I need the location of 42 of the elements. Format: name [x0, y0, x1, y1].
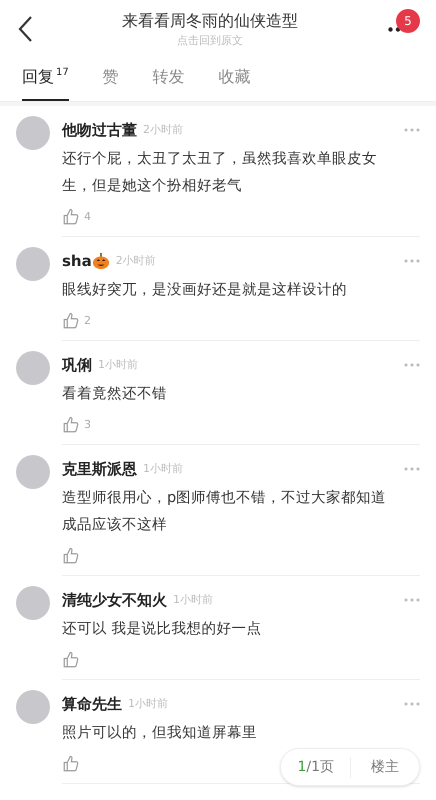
post-title[interactable]: 来看看周冬雨的仙侠造型: [122, 8, 298, 33]
thumbs-up-icon[interactable]: [62, 416, 80, 434]
username[interactable]: 清纯少女不知火: [62, 588, 167, 612]
comment-text: 还行个屁，太丑了太丑了，虽然我喜欢单眼皮女生，但是她这个扮相好老气: [62, 150, 378, 196]
comment-text: 造型师很用心，p图师傅也不错，不过大家都知道成品应该不这样: [62, 488, 388, 535]
comment-time: 1小时前: [143, 460, 183, 477]
more-icon[interactable]: [388, 27, 402, 32]
comment-time: 2小时前: [116, 252, 156, 269]
like-count: 4: [84, 208, 91, 225]
username[interactable]: 克里斯派恩: [62, 458, 137, 480]
tab[interactable]: 赞: [102, 65, 119, 101]
comment-time: 1小时前: [128, 696, 168, 712]
avatar[interactable]: [16, 116, 50, 150]
thumbs-up-icon[interactable]: [62, 312, 80, 330]
notification-badge: 5: [396, 9, 420, 33]
comment-text: 照片可以的，但我知道屏幕里: [62, 724, 257, 743]
owner-only-button[interactable]: 楼主: [351, 756, 419, 778]
thumbs-up-icon[interactable]: [62, 208, 80, 226]
comment-time: 1小时前: [173, 592, 213, 608]
thumbs-up-icon[interactable]: [62, 547, 80, 565]
username[interactable]: sha: [62, 250, 92, 272]
avatar[interactable]: [16, 586, 50, 620]
comment-text: 看着竟然还不错: [62, 384, 167, 404]
tab[interactable]: 转发: [152, 65, 185, 101]
comment-text: 还可以 我是说比我想的好一点: [62, 620, 262, 639]
comment-time: 2小时前: [143, 122, 183, 138]
avatar[interactable]: [16, 247, 50, 281]
username[interactable]: 他吻过古董: [62, 118, 137, 142]
username[interactable]: 巩俐: [62, 354, 92, 376]
comment-text: 眼线好突兀，是没画好还是就是这样设计的: [62, 281, 347, 300]
comment-time: 1小时前: [98, 356, 138, 373]
avatar[interactable]: [16, 351, 50, 385]
pumpkin-icon: [92, 252, 110, 270]
avatar[interactable]: [16, 690, 50, 724]
like-count: 2: [84, 312, 91, 329]
thumbs-up-icon[interactable]: [62, 755, 80, 773]
tab[interactable]: 收藏: [218, 65, 251, 101]
username[interactable]: 算命先生: [62, 692, 122, 716]
page-indicator[interactable]: 1/1页: [281, 756, 351, 778]
avatar[interactable]: [16, 455, 50, 489]
like-count: 3: [84, 416, 91, 433]
thumbs-up-icon[interactable]: [62, 651, 80, 669]
